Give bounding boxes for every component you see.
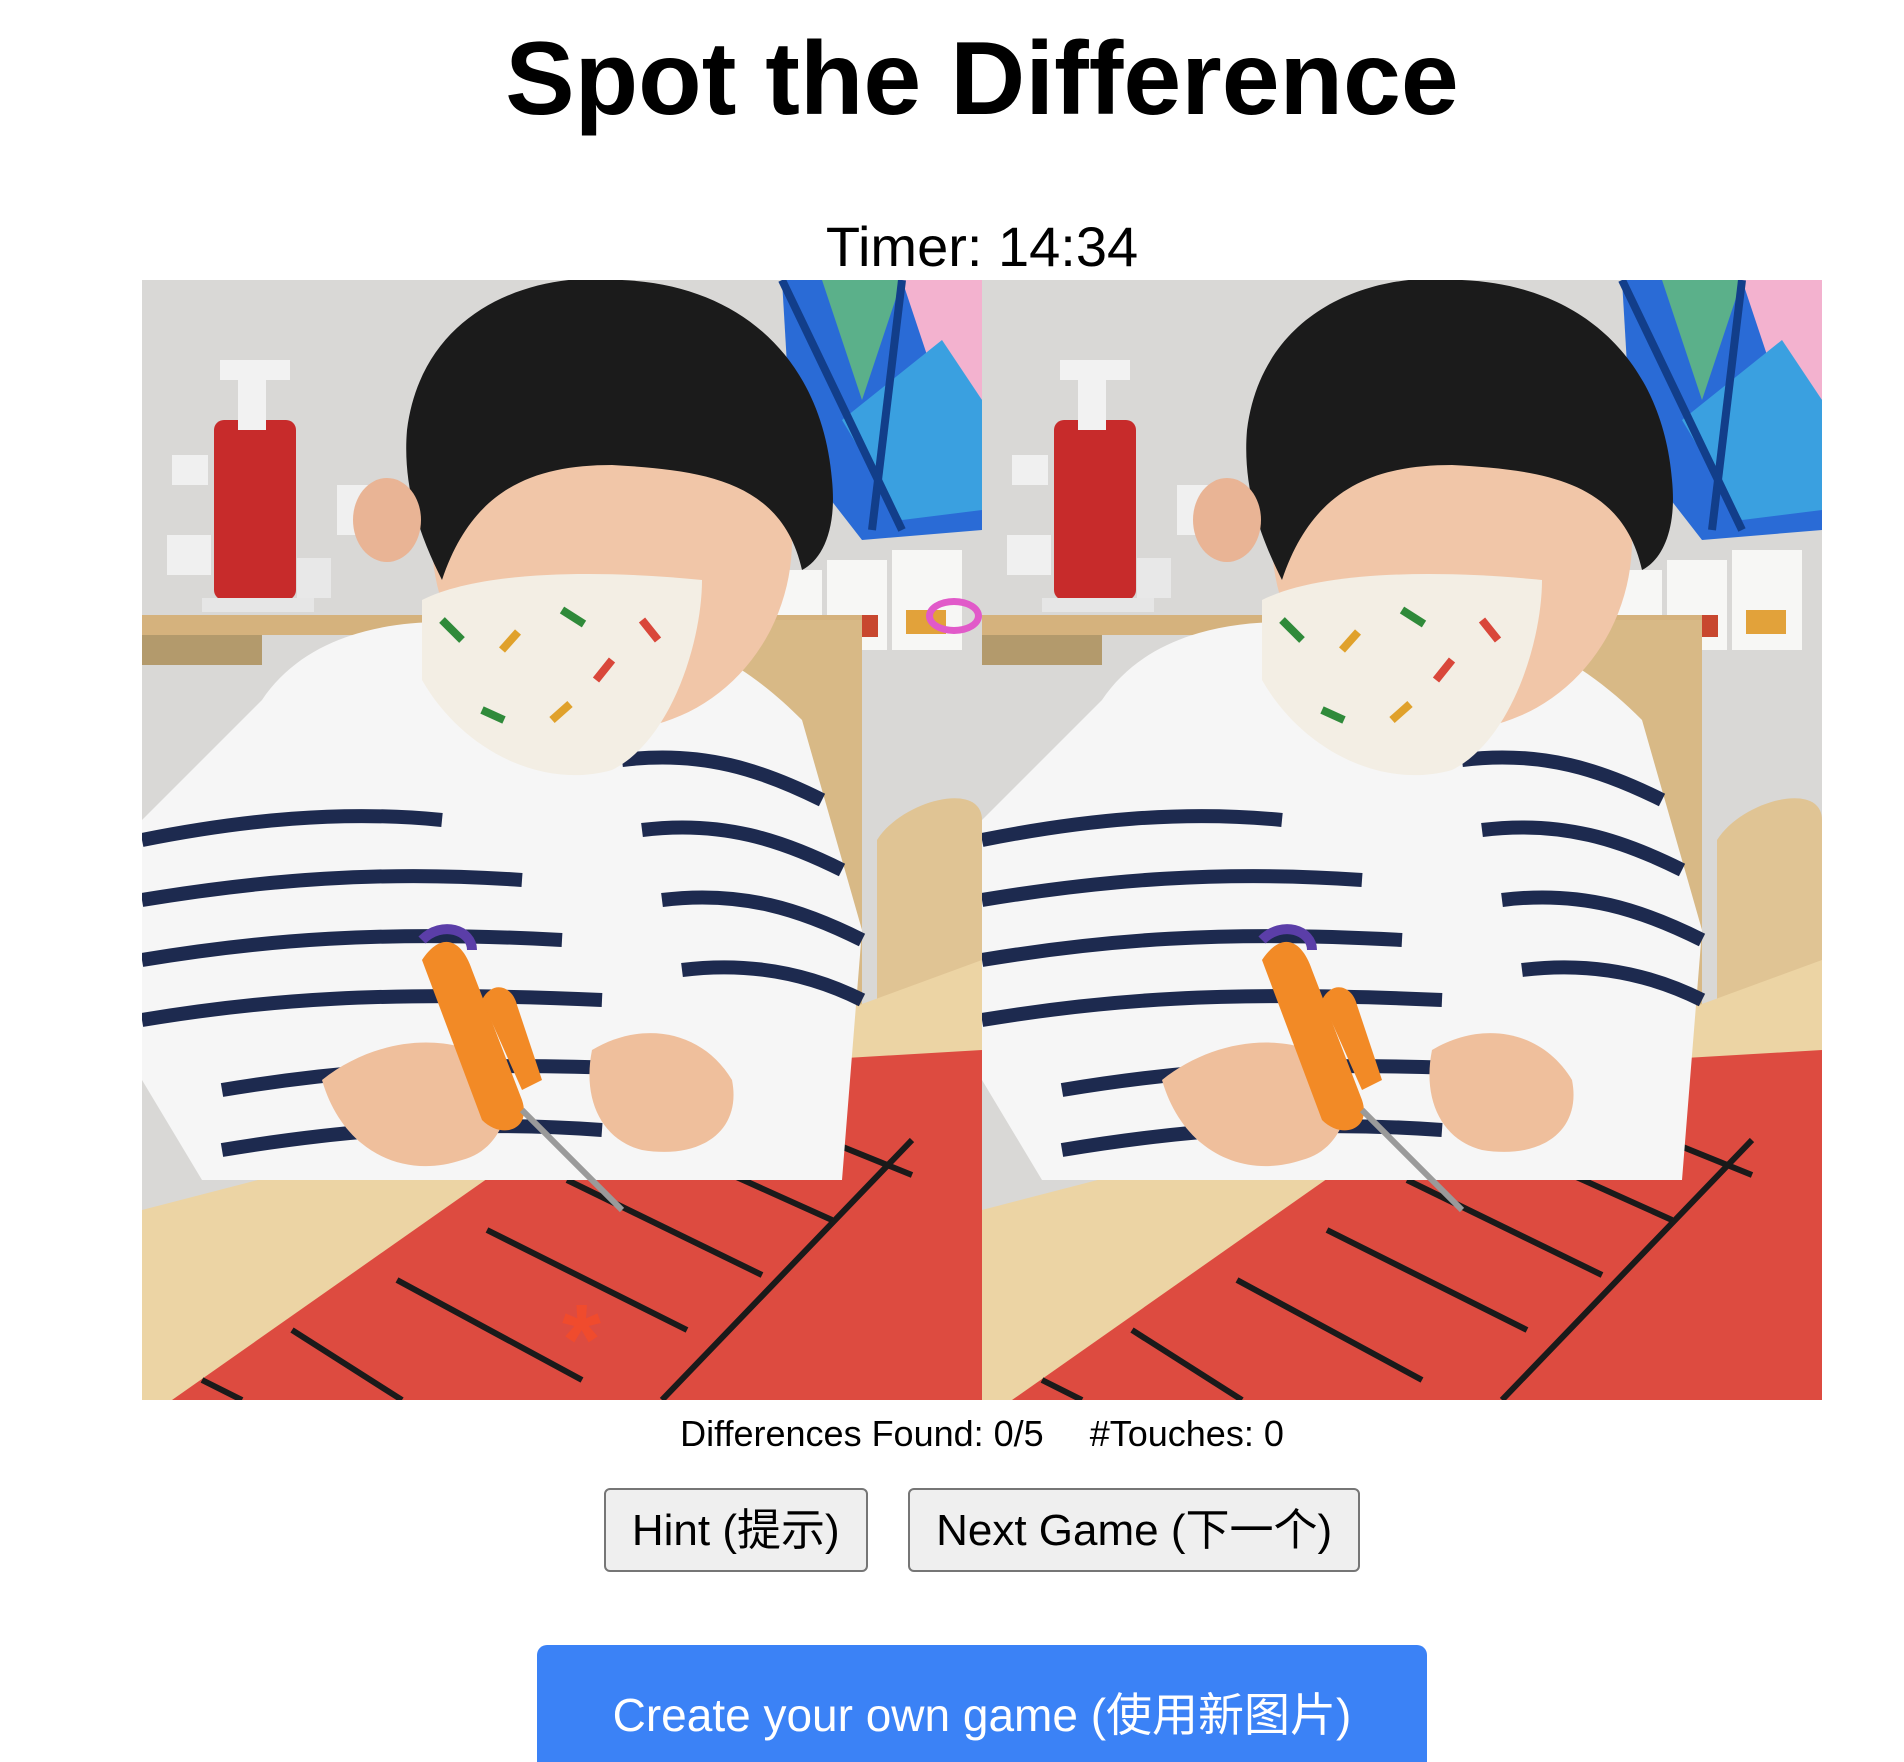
next-game-button[interactable]: Next Game (下一个) [908, 1488, 1361, 1572]
left-photo-drawing [142, 280, 982, 1400]
difference-marker-star: * [562, 1284, 601, 1396]
image-pair: * [142, 280, 1822, 1400]
difference-marker-ring [926, 598, 982, 634]
create-game-button[interactable]: Create your own game (使用新图片) [537, 1645, 1427, 1762]
page-title: Spot the Difference [505, 21, 1459, 137]
game-page: Spot the Difference Timer: 14:34 * Diffe… [0, 0, 1904, 1762]
touches-count: #Touches: 0 [1089, 1413, 1284, 1454]
right-photo-drawing [982, 280, 1822, 1400]
game-controls: Hint (提示) Next Game (下一个) [0, 1488, 1904, 1572]
hint-button[interactable]: Hint (提示) [603, 1488, 868, 1572]
right-photo[interactable] [982, 280, 1822, 1400]
left-photo[interactable]: * [142, 280, 982, 1400]
game-stats: Differences Found: 0/5 #Touches: 0 [0, 1412, 1904, 1455]
timer: Timer: 14:34 [825, 215, 1139, 278]
differences-found: Differences Found: 0/5 [680, 1413, 1044, 1454]
